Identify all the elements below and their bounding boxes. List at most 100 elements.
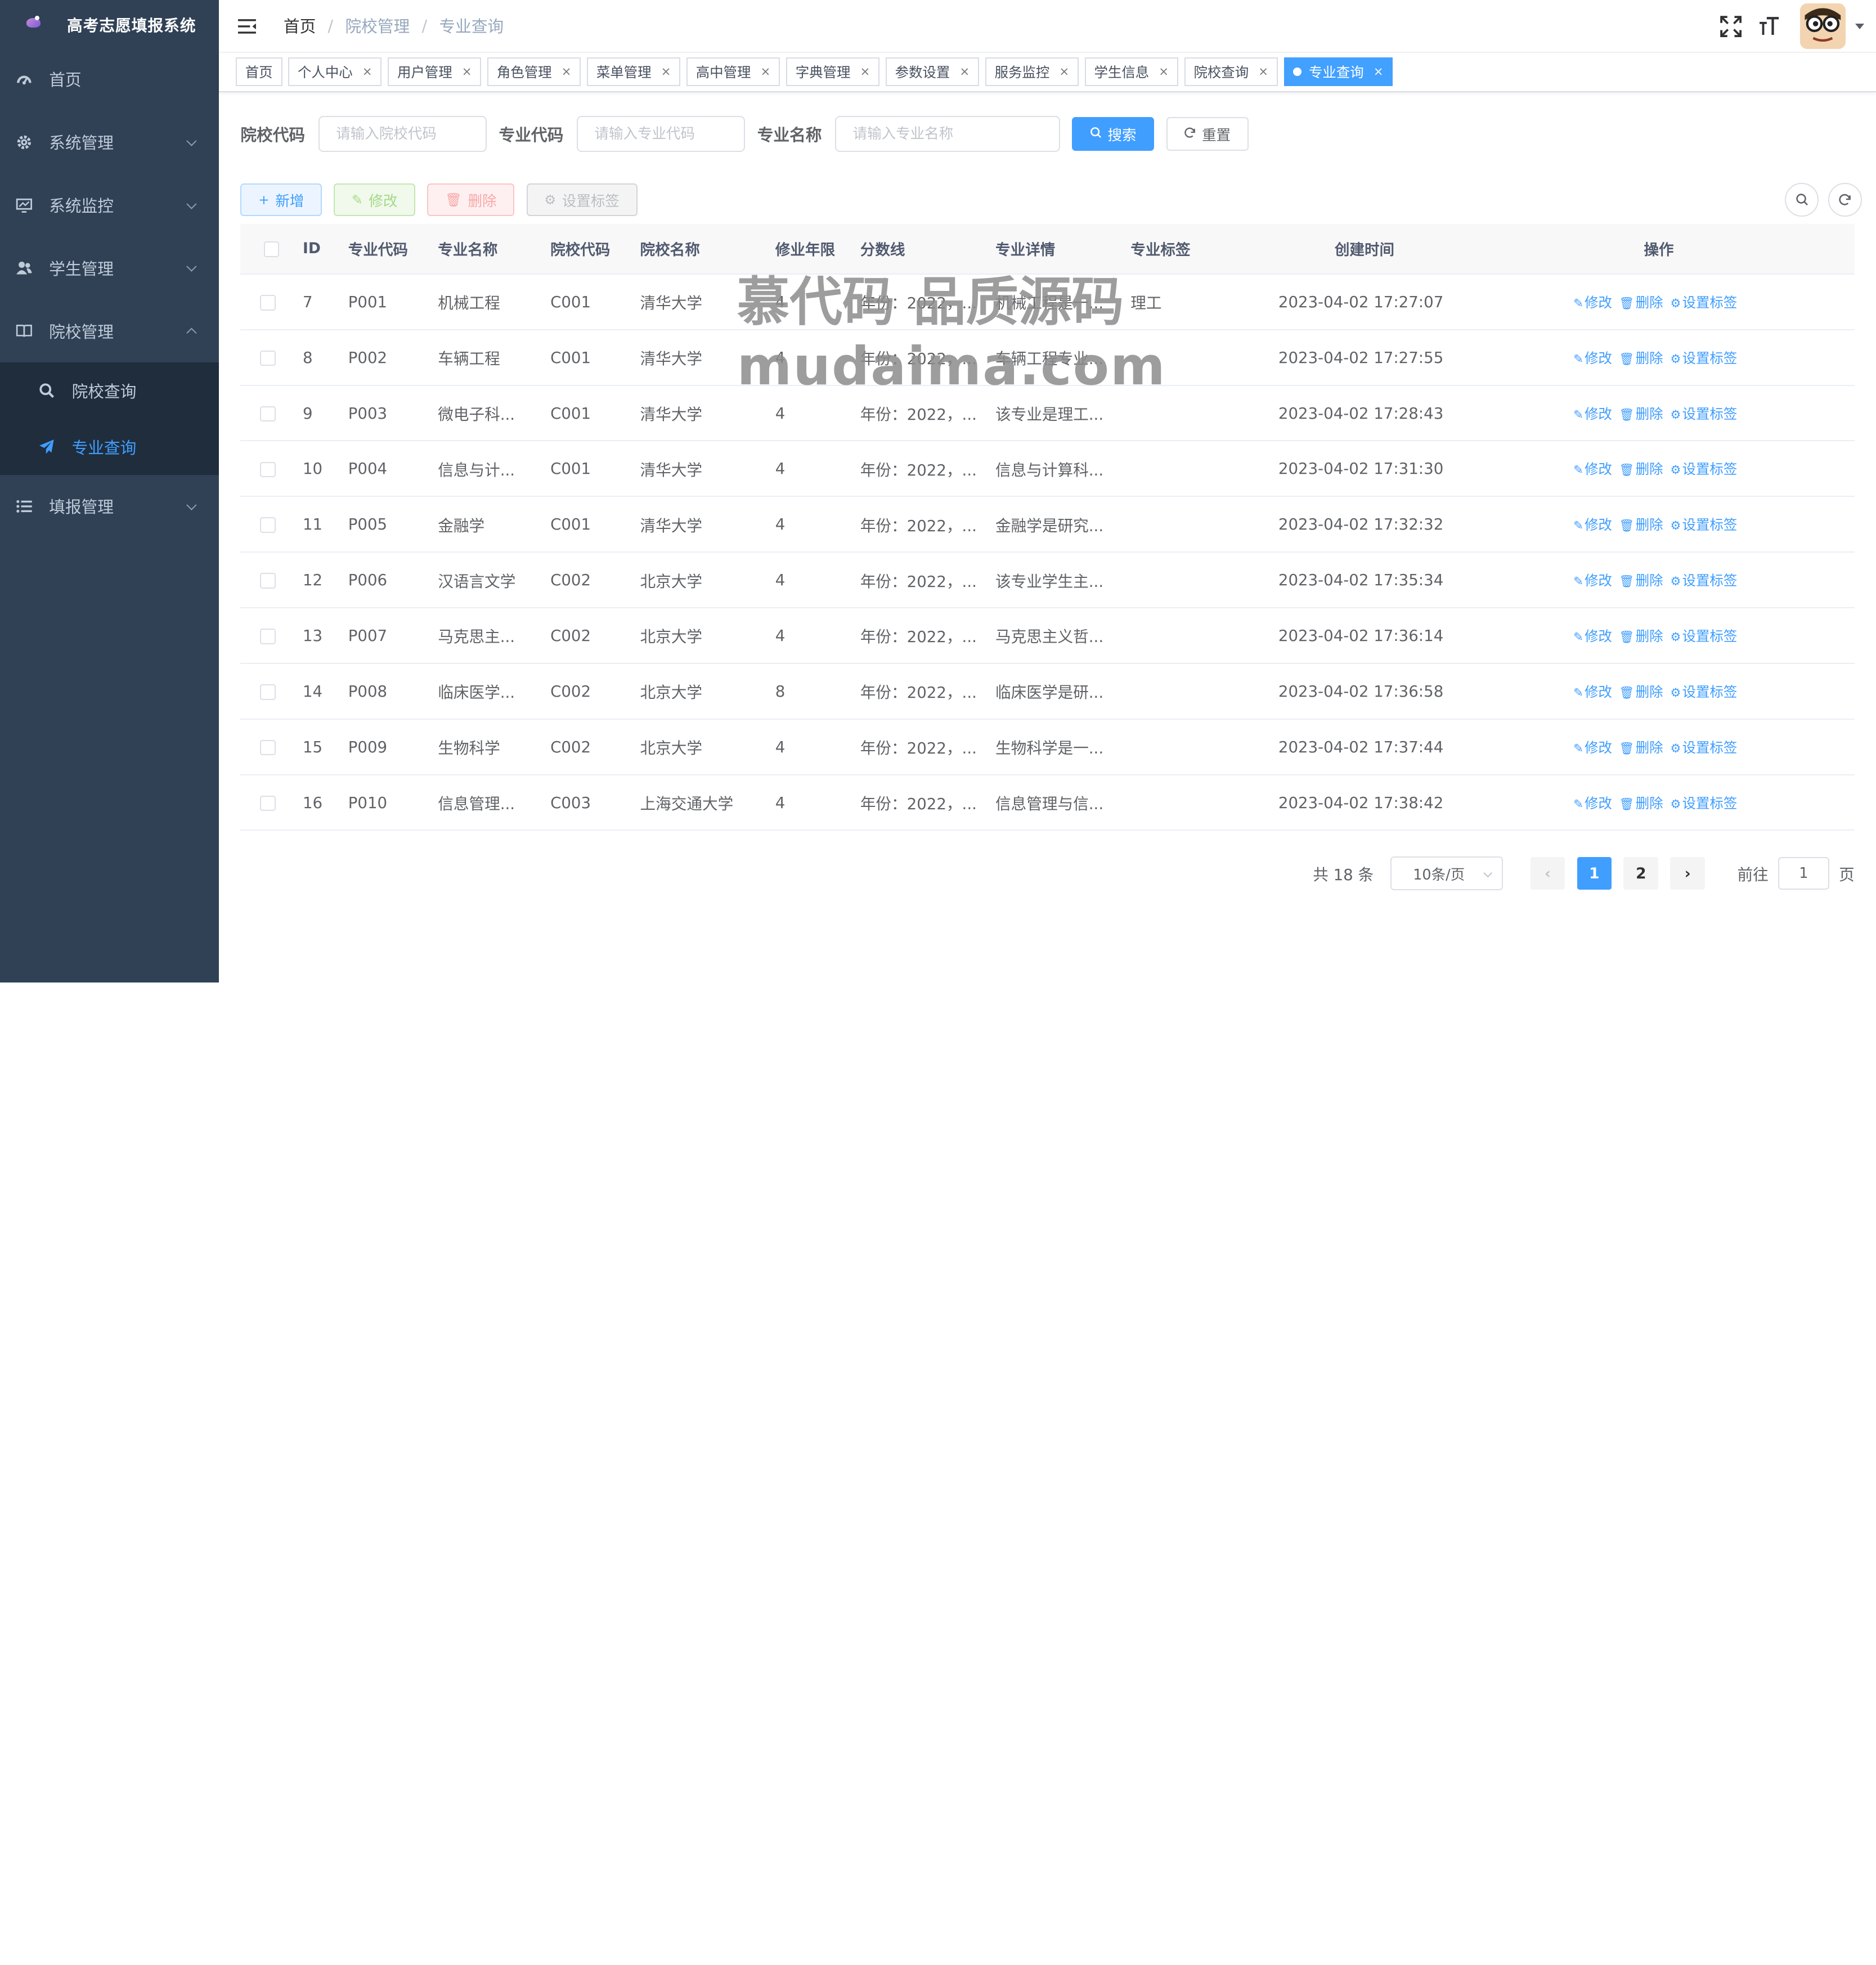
row-edit-button[interactable]: ✎ 修改 [1573, 517, 1612, 533]
close-icon[interactable]: × [1374, 65, 1384, 79]
tag-highschools[interactable]: 高中管理 × [686, 57, 780, 87]
tag-menus[interactable]: 菜单管理 × [586, 57, 681, 87]
row-checkbox[interactable] [260, 573, 276, 589]
page-size-select[interactable]: 10条/页 [1390, 856, 1503, 890]
font-size-icon[interactable] [1757, 15, 1781, 39]
sidebar-item-home[interactable]: 首页 [0, 48, 219, 111]
row-set-tag-button[interactable]: ⚙ 设置标签 [1670, 795, 1737, 811]
tag-major-query[interactable]: 专业查询 × [1283, 57, 1393, 87]
school-code-input[interactable] [318, 116, 487, 152]
tag-school-query[interactable]: 院校查询 × [1184, 57, 1278, 87]
edit-button[interactable]: ✎ 修改 [334, 183, 416, 216]
close-icon[interactable]: × [761, 65, 771, 79]
row-delete-button[interactable]: 🗑 删除 [1619, 572, 1663, 589]
row-delete-button[interactable]: 🗑 删除 [1619, 739, 1663, 756]
select-all-checkbox[interactable] [263, 241, 280, 257]
tag-home[interactable]: 首页 [235, 57, 282, 87]
row-edit-button[interactable]: ✎ 修改 [1573, 628, 1612, 644]
row-checkbox[interactable] [260, 294, 276, 311]
search-button[interactable]: 搜索 [1071, 117, 1155, 151]
major-name-input[interactable] [834, 116, 1060, 152]
sidebar-item-system[interactable]: 系统管理 [0, 111, 219, 174]
close-icon[interactable]: × [959, 65, 970, 79]
sidebar-item-students[interactable]: 学生管理 [0, 237, 219, 300]
page-button-1[interactable]: 1 [1577, 857, 1612, 890]
major-code-input[interactable] [576, 116, 746, 152]
row-set-tag-button[interactable]: ⚙ 设置标签 [1670, 684, 1737, 700]
row-delete-button[interactable]: 🗑 删除 [1619, 406, 1663, 422]
close-icon[interactable]: × [1258, 65, 1268, 79]
refresh-table-button[interactable] [1828, 183, 1862, 217]
row-checkbox[interactable] [260, 461, 276, 478]
row-set-tag-button[interactable]: ⚙ 设置标签 [1670, 739, 1737, 756]
add-button[interactable]: + 新增 [240, 183, 322, 216]
toggle-search-button[interactable] [1785, 183, 1819, 217]
prev-page-button[interactable]: ‹ [1530, 857, 1565, 890]
row-edit-button[interactable]: ✎ 修改 [1573, 461, 1612, 477]
close-icon[interactable]: × [562, 65, 572, 79]
close-icon[interactable]: × [1159, 65, 1169, 79]
row-edit-button[interactable]: ✎ 修改 [1573, 572, 1612, 589]
close-icon[interactable]: × [362, 65, 372, 79]
avatar[interactable] [1799, 3, 1846, 50]
row-delete-button[interactable]: 🗑 删除 [1619, 628, 1663, 644]
tag-dict[interactable]: 字典管理 × [786, 57, 880, 87]
breadcrumb-home[interactable]: 首页 [284, 14, 316, 37]
tag-label: 个人中心 [298, 64, 353, 81]
row-checkbox[interactable] [260, 795, 276, 811]
row-delete-button[interactable]: 🗑 删除 [1619, 350, 1663, 366]
sidebar-item-major-query[interactable]: 专业查询 [0, 419, 219, 475]
tag-roles[interactable]: 角色管理 × [487, 57, 581, 87]
row-edit-button[interactable]: ✎ 修改 [1573, 294, 1612, 311]
caret-down-icon[interactable] [1855, 23, 1864, 29]
close-icon[interactable]: × [860, 65, 870, 79]
sidebar-item-school-query[interactable]: 院校查询 [0, 362, 219, 419]
close-icon[interactable]: × [1059, 65, 1069, 79]
row-edit-button[interactable]: ✎ 修改 [1573, 795, 1612, 811]
tag-student-info[interactable]: 学生信息 × [1084, 57, 1178, 87]
row-checkbox[interactable] [260, 350, 276, 366]
row-checkbox[interactable] [260, 517, 276, 533]
sidebar-item-monitor[interactable]: 系统监控 [0, 174, 219, 237]
row-delete-button[interactable]: 🗑 删除 [1619, 684, 1663, 700]
cell-major-name: 生物科学 [438, 719, 551, 775]
row-checkbox[interactable] [260, 684, 276, 700]
row-set-tag-button[interactable]: ⚙ 设置标签 [1670, 294, 1737, 311]
row-edit-button[interactable]: ✎ 修改 [1573, 684, 1612, 700]
row-delete-button[interactable]: 🗑 删除 [1619, 517, 1663, 533]
row-set-tag-button[interactable]: ⚙ 设置标签 [1670, 406, 1737, 422]
sidebar-item-schools[interactable]: 院校管理 [0, 299, 219, 362]
row-set-tag-button[interactable]: ⚙ 设置标签 [1670, 461, 1737, 477]
sidebar-item-application[interactable]: 填报管理 [0, 475, 219, 538]
set-tag-button[interactable]: ⚙ 设置标签 [526, 183, 638, 216]
row-delete-button[interactable]: 🗑 删除 [1619, 461, 1663, 477]
row-set-tag-button[interactable]: ⚙ 设置标签 [1670, 572, 1737, 589]
goto-page-input[interactable]: 1 [1778, 857, 1830, 890]
app-logo[interactable]: 高考志愿填报系统 [0, 0, 219, 48]
reset-button[interactable]: 重置 [1166, 117, 1249, 151]
row-set-tag-button[interactable]: ⚙ 设置标签 [1670, 350, 1737, 366]
cell-years: 4 [775, 441, 860, 497]
tag-server-monitor[interactable]: 服务监控 × [985, 57, 1079, 87]
row-checkbox[interactable] [260, 406, 276, 422]
row-checkbox[interactable] [260, 739, 276, 756]
row-checkbox[interactable] [260, 629, 276, 644]
set-tag-button-label: 设置标签 [562, 192, 620, 210]
row-set-tag-button[interactable]: ⚙ 设置标签 [1670, 628, 1737, 644]
next-page-button[interactable]: › [1670, 857, 1706, 890]
close-icon[interactable]: × [661, 65, 671, 79]
row-edit-button[interactable]: ✎ 修改 [1573, 739, 1612, 756]
close-icon[interactable]: × [462, 65, 472, 79]
delete-button[interactable]: 🗑 删除 [427, 183, 515, 216]
fullscreen-icon[interactable] [1718, 15, 1743, 39]
tag-profile[interactable]: 个人中心 × [288, 57, 382, 87]
tag-users[interactable]: 用户管理 × [388, 57, 482, 87]
row-edit-button[interactable]: ✎ 修改 [1573, 406, 1612, 422]
row-edit-button[interactable]: ✎ 修改 [1573, 350, 1612, 366]
row-set-tag-button[interactable]: ⚙ 设置标签 [1670, 517, 1737, 533]
page-button-2[interactable]: 2 [1623, 857, 1659, 890]
tag-params[interactable]: 参数设置 × [885, 57, 980, 87]
hamburger-icon[interactable] [238, 17, 257, 34]
row-delete-button[interactable]: 🗑 删除 [1619, 795, 1663, 811]
row-delete-button[interactable]: 🗑 删除 [1619, 294, 1663, 311]
